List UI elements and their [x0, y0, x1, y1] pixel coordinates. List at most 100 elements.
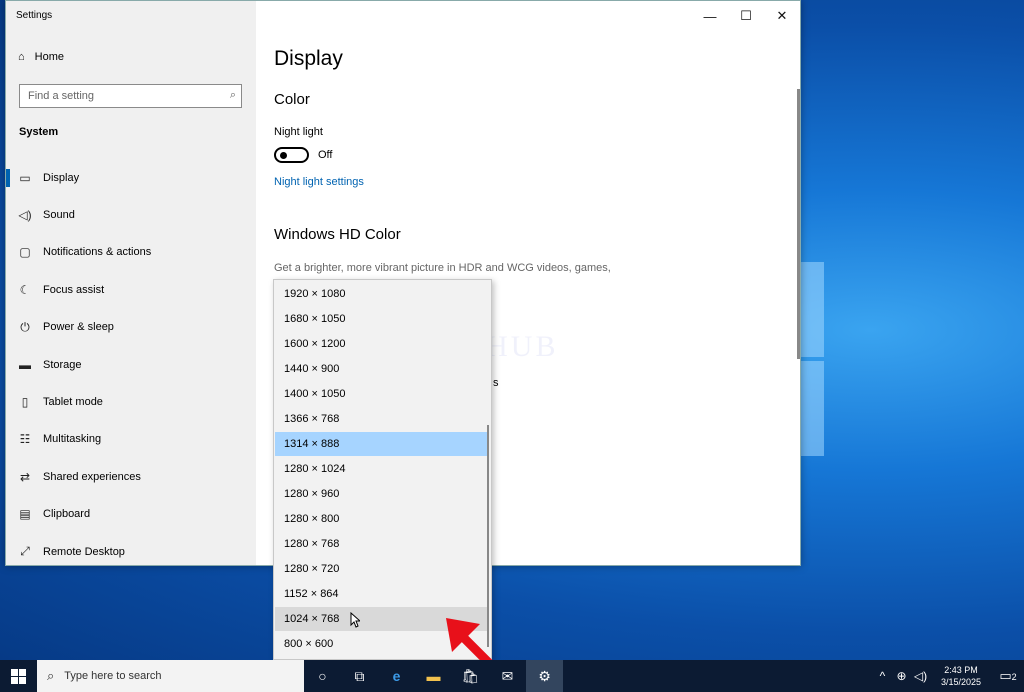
notification-icon: ▭: [999, 668, 1012, 683]
storage-icon: ▬: [19, 357, 31, 372]
resolution-option[interactable]: 1280 × 960: [275, 482, 489, 506]
sidebar: ⌂ Home ⌕ System ▭ Display ◁) Sound ▢ Not…: [6, 1, 256, 565]
color-heading: Color: [274, 91, 310, 108]
nav-list: ▭ Display ◁) Sound ▢ Notifications & act…: [6, 159, 256, 565]
windows-logo-wallpaper: [800, 262, 830, 462]
tablet-icon: ▯: [21, 395, 29, 410]
sidebar-item-label: Shared experiences: [43, 470, 141, 483]
store-button[interactable]: 🛍: [452, 660, 489, 692]
mail-button[interactable]: ✉: [489, 660, 526, 692]
mail-icon: ✉: [501, 667, 514, 684]
clock[interactable]: 2:43 PM 3/15/2025: [930, 664, 992, 688]
search-icon[interactable]: ⌕: [230, 89, 236, 102]
task-view-button[interactable]: ⧉: [341, 660, 378, 692]
sidebar-item-clipboard[interactable]: ▤ Clipboard: [6, 496, 256, 533]
start-button[interactable]: [0, 660, 37, 692]
chevron-up-icon[interactable]: ^: [873, 669, 892, 683]
sidebar-item-focus-assist[interactable]: ☾ Focus assist: [6, 271, 256, 308]
night-light-toggle[interactable]: [274, 147, 309, 163]
resolution-option[interactable]: 1920 × 1080: [275, 282, 489, 306]
home-label: Home: [34, 51, 64, 63]
sidebar-item-multitasking[interactable]: ☷ Multitasking: [6, 421, 256, 458]
folder-icon: ▬: [426, 668, 441, 684]
resolution-option-selected[interactable]: 1314 × 888: [275, 432, 489, 456]
notification-center-button[interactable]: ▭2: [992, 668, 1024, 684]
sidebar-item-display[interactable]: ▭ Display: [6, 159, 256, 196]
monitor-icon: ▭: [19, 170, 31, 185]
clipboard-icon: ▤: [19, 507, 31, 522]
home-nav[interactable]: ⌂ Home: [18, 51, 64, 63]
multitasking-icon: ☷: [19, 432, 31, 447]
find-setting-search[interactable]: ⌕: [19, 84, 242, 108]
volume-icon[interactable]: ◁): [911, 669, 930, 683]
maximize-button[interactable]: ☐: [728, 1, 764, 31]
sidebar-item-remote-desktop[interactable]: ⤢ Remote Desktop: [6, 533, 256, 565]
sidebar-item-storage[interactable]: ▬ Storage: [6, 346, 256, 383]
moon-icon: ☾: [19, 282, 31, 297]
resolution-option[interactable]: 1280 × 1024: [275, 457, 489, 481]
power-icon: ⏻: [20, 319, 30, 334]
maximize-icon: ☐: [740, 8, 752, 23]
resolution-option[interactable]: 1366 × 768: [275, 407, 489, 431]
mouse-cursor-icon: [350, 612, 360, 628]
partial-text: s: [493, 377, 499, 389]
store-icon: 🛍: [461, 667, 480, 684]
page-title: Display: [274, 47, 343, 70]
taskbar: ⌕ Type here to search ○ ⧉ e ▬ 🛍 ✉ ⚙ ^ ⊕ …: [0, 660, 1024, 692]
resolution-option[interactable]: 1440 × 900: [275, 357, 489, 381]
window-scrollbar[interactable]: [797, 89, 800, 359]
network-icon[interactable]: ⊕: [892, 669, 911, 683]
resolution-option[interactable]: 1152 × 864: [275, 582, 489, 606]
time: 2:43 PM: [944, 665, 978, 675]
sidebar-item-sound[interactable]: ◁) Sound: [6, 196, 256, 233]
night-light-label: Night light: [274, 126, 323, 138]
search-icon: ⌕: [47, 668, 55, 683]
sidebar-item-label: Notifications & actions: [43, 246, 152, 259]
hdr-description: Get a brighter, more vibrant picture in …: [274, 262, 611, 274]
resolution-option[interactable]: 1280 × 768: [275, 532, 489, 556]
remote-desktop-icon: ⤢: [20, 544, 30, 559]
sidebar-item-tablet-mode[interactable]: ▯ Tablet mode: [6, 383, 256, 420]
night-light-settings-link[interactable]: Night light settings: [274, 176, 364, 188]
resolution-option[interactable]: 1280 × 720: [275, 557, 489, 581]
system-tray: ^ ⊕ ◁) 2:43 PM 3/15/2025 ▭2: [873, 660, 1024, 692]
sidebar-item-label: Storage: [43, 358, 82, 371]
resolution-option[interactable]: 1400 × 1050: [275, 382, 489, 406]
close-button[interactable]: ✕: [764, 1, 800, 31]
gear-icon: ⚙: [538, 667, 551, 684]
shared-icon: ⇄: [19, 469, 31, 484]
sidebar-item-label: Display: [43, 171, 80, 184]
speaker-icon: ◁): [18, 208, 32, 223]
sidebar-item-notifications[interactable]: ▢ Notifications & actions: [6, 234, 256, 271]
cortana-button[interactable]: ○: [304, 660, 341, 692]
title-bar: Settings — ☐ ✕: [6, 1, 800, 31]
notification-icon: ▢: [19, 245, 31, 260]
resolution-dropdown[interactable]: 1920 × 1080 1680 × 1050 1600 × 1200 1440…: [273, 279, 492, 660]
resolution-option[interactable]: 1280 × 800: [275, 507, 489, 531]
settings-taskbar-button[interactable]: ⚙: [526, 660, 563, 692]
edge-icon: e: [392, 668, 401, 684]
window-title: Settings: [16, 10, 53, 21]
close-icon: ✕: [776, 8, 788, 23]
sidebar-item-shared-experiences[interactable]: ⇄ Shared experiences: [6, 458, 256, 495]
search-input[interactable]: [20, 85, 210, 107]
file-explorer-button[interactable]: ▬: [415, 660, 452, 692]
sidebar-item-label: Multitasking: [43, 433, 102, 446]
cortana-icon: ○: [318, 668, 327, 684]
edge-button[interactable]: e: [378, 660, 415, 692]
sidebar-item-label: Tablet mode: [43, 396, 103, 409]
notification-count: 2: [1011, 672, 1017, 682]
resolution-option[interactable]: 1600 × 1200: [275, 332, 489, 356]
taskbar-search-placeholder: Type here to search: [64, 670, 162, 682]
hdr-heading: Windows HD Color: [274, 226, 401, 243]
sidebar-item-label: Power & sleep: [43, 321, 114, 334]
sidebar-item-label: Clipboard: [43, 508, 91, 521]
resolution-option[interactable]: 1680 × 1050: [275, 307, 489, 331]
toggle-knob: [280, 152, 287, 159]
night-light-state: Off: [318, 149, 333, 161]
sidebar-item-power[interactable]: ⏻ Power & sleep: [6, 309, 256, 346]
task-view-icon: ⧉: [354, 667, 365, 684]
taskbar-search[interactable]: ⌕ Type here to search: [37, 660, 304, 692]
minimize-button[interactable]: —: [692, 1, 728, 31]
sidebar-item-label: Sound: [43, 209, 75, 222]
